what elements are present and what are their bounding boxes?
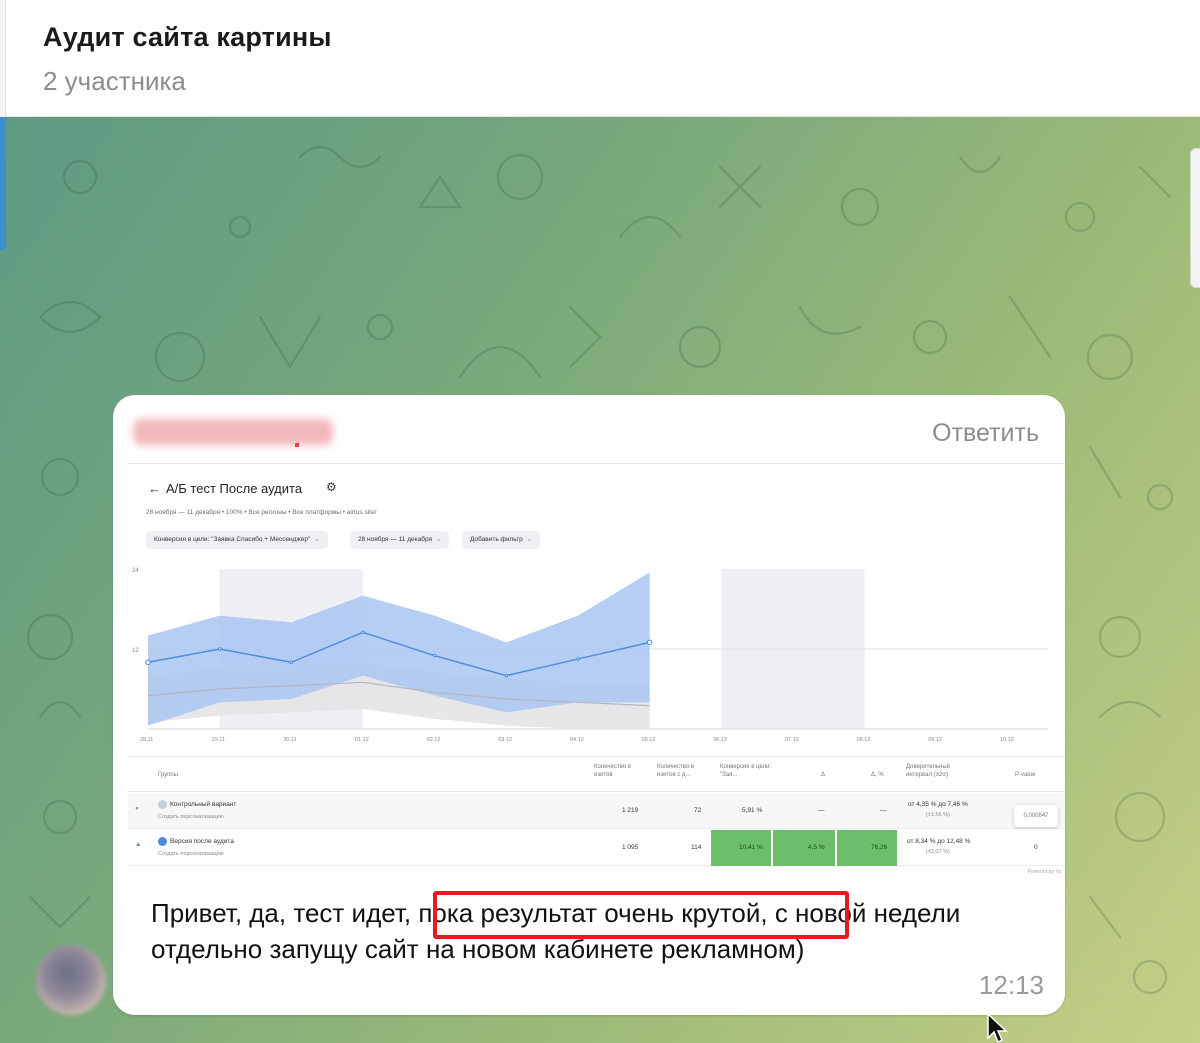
gear-icon: ⚙ [326,480,337,494]
th-groups: Группы [158,772,178,778]
cell-ci: от 8,34 % до 12,48 % [907,838,971,845]
th-visits: Количество в изитов [594,764,632,778]
cell-visits-goal: 114 [691,844,702,851]
back-arrow-icon: ← [148,481,161,496]
variant-sub-link[interactable]: Создать персонализацию [158,814,224,820]
sender-name-blurred [133,419,333,445]
highlight-annotation-box [433,891,849,939]
active-indicator [0,117,6,250]
table-row[interactable]: ● Контрольный вариант Создать персонализ… [128,793,1065,829]
message-bubble[interactable]: Ответить ← А/Б тест После аудита ⚙ 28 но… [113,395,1065,1015]
cell-delta-pct: — [880,807,887,814]
x-tick-label: 03.12 [498,737,512,743]
x-tick-label: 28.11 [140,737,153,743]
reply-button[interactable]: Ответить [932,419,1039,448]
variant-point [504,673,509,678]
ab-test-meta: 28 ноября — 11 декабря • 100% • Все реги… [146,509,377,516]
filter-dates: 28 ноября — 11 декабря ⌄ [350,531,450,549]
x-tick-label: 29.11 [212,737,225,743]
variant-name: Контрольный вариант [158,800,236,809]
message-time: 12:13 [978,970,1044,1000]
row-marker-dot: ● [135,805,139,812]
side-panel-edge [1190,148,1200,288]
sender-dot [295,443,299,447]
x-tick-label: 07.12 [785,737,799,743]
x-tick-label: 09.12 [928,737,942,743]
ab-chart: 24 12 28.11 29.11 30.11 01.12 02.12 03.12 04.12 0… [132,568,1048,743]
th-delta: Δ [821,772,826,778]
chevron-down-icon: ⌄ [314,536,320,543]
cell-ci-sub: (±1,56 %) [926,812,950,818]
cell-ci-sub: (±2,07 %) [926,849,950,855]
variant-sub-link[interactable]: Создать персонализацию [158,851,224,857]
variant-point [289,660,294,665]
attached-screenshot[interactable]: ← А/Б тест После аудита ⚙ 28 ноября — 11… [128,463,1065,875]
cell-delta: 4,5 % [808,844,825,851]
x-tick-label: 06.12 [713,737,727,743]
cell-conversion: 10,41 % [739,844,763,851]
chat-header: Аудит сайта картины 2 участника [0,0,1200,117]
cell-delta-pct: 76,26 [871,844,888,851]
variant-point [432,653,437,658]
mouse-cursor-icon [987,1012,1008,1043]
cell-visits-goal: 72 [694,807,702,814]
variant-name: Версия после аудита [158,837,234,846]
ab-test-title: А/Б тест После аудита [166,481,303,496]
th-pvalue: P-value [1015,772,1036,778]
variant-point [145,659,151,666]
x-tick-label: 10.12 [1000,737,1014,743]
variant-point [576,657,580,661]
filter-add: Добавить фильтр ⌄ [462,531,541,549]
cell-pvalue: 0 [1034,844,1038,851]
powered-by: Powered by Ya [1027,869,1061,875]
table-row[interactable]: ▲ Версия после аудита Создать персонализ… [128,830,1065,866]
x-tick-label: 01.12 [355,737,369,743]
chevron-down-icon: ⌄ [526,536,533,543]
chevron-down-icon: ⌄ [436,536,442,543]
th-conversion: Конверсия в цели: "Зая... [720,764,772,778]
chat-title[interactable]: Аудит сайта картины [43,22,332,53]
cell-ci: от 4,35 % до 7,46 % [908,801,968,808]
cell-conversion: 5,91 % [742,807,763,814]
th-confidence: Доверительный интервал (±2σ) [906,764,951,778]
x-tick-label: 30.11 [283,737,296,743]
cell-highlight [773,830,835,866]
table-header: Группы Количество в изитов Количество в … [128,756,1065,792]
x-tick-label: 05.12 [642,737,656,743]
y-tick-label: 24 [132,568,139,574]
chat-member-count[interactable]: 2 участника [43,66,186,97]
cell-delta: — [818,807,825,814]
x-tick-label: 02.12 [427,737,441,743]
row-marker-triangle: ▲ [135,841,142,848]
x-tick-label: 08.12 [857,737,871,743]
sender-avatar[interactable] [36,945,106,1015]
variant-point [646,639,653,646]
left-sidebar-edge [0,0,6,117]
cell-visits: 1 219 [622,807,639,814]
cell-highlight [837,830,897,866]
variant-point [361,630,365,635]
th-delta-pct: Δ, % [871,772,884,778]
variant-point [217,647,222,651]
th-visits-goal: Количество в изитов с д... [657,764,695,778]
x-tick-label: 04.12 [570,737,584,743]
cell-visits: 1 095 [622,844,639,851]
y-tick-label: 12 [132,648,139,654]
filter-goal: Конверсия в цели: "Заявка Спасибо + Месс… [146,531,328,549]
pvalue-tooltip: 0,000847 [1014,805,1058,827]
